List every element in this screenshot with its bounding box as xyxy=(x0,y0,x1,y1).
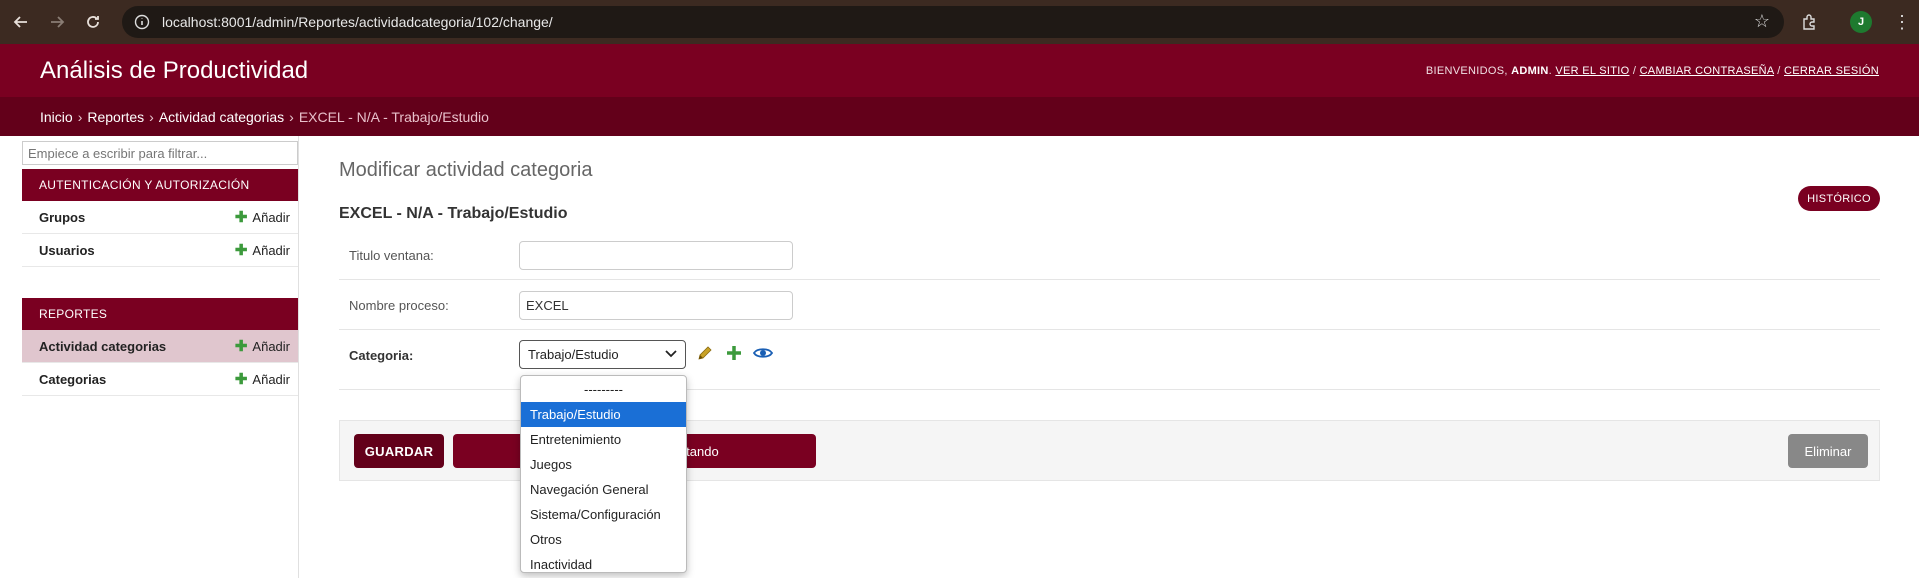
site-info-icon[interactable] xyxy=(132,12,152,32)
sidebar-item-categorias[interactable]: Categorias ✚ Añadir xyxy=(22,363,298,396)
delete-button[interactable]: Eliminar xyxy=(1788,434,1868,468)
save-button[interactable]: GUARDAR xyxy=(354,434,444,468)
add-label[interactable]: Añadir xyxy=(252,243,290,258)
forward-arrow-icon[interactable] xyxy=(42,7,72,37)
sidebar-item-grupos[interactable]: Grupos ✚ Añadir xyxy=(22,201,298,234)
breadcrumb: Inicio › Reportes › Actividad categorias… xyxy=(0,97,1919,136)
site-title[interactable]: Análisis de Productividad xyxy=(40,57,308,85)
dropdown-option-sistema-configuracion[interactable]: Sistema/Configuración xyxy=(521,502,686,527)
module-caption-reportes[interactable]: Reportes xyxy=(22,298,298,330)
breadcrumb-current: EXCEL - N/A - Trabajo/Estudio xyxy=(298,108,489,125)
nombre-proceso-input[interactable]: EXCEL xyxy=(519,291,793,320)
categoria-select[interactable]: Trabajo/Estudio xyxy=(519,340,686,369)
dropdown-option-navegacion-general[interactable]: Navegación General xyxy=(521,477,686,502)
site-header: Análisis de Productividad BIENVENIDOS, A… xyxy=(0,44,1919,97)
titulo-ventana-input[interactable] xyxy=(519,241,793,270)
proceso-label: Nombre proceso: xyxy=(349,298,449,313)
breadcrumb-separator: › xyxy=(289,108,294,125)
dropdown-option-juegos[interactable]: Juegos xyxy=(521,452,686,477)
dropdown-option-inactividad[interactable]: Inactividad xyxy=(521,552,686,577)
breadcrumb-separator: › xyxy=(149,108,154,125)
sidebar-item-label[interactable]: Actividad categorias xyxy=(39,339,166,354)
welcome-text: BIENVENIDOS, xyxy=(1425,64,1508,77)
sidebar-item-label[interactable]: Grupos xyxy=(39,210,85,225)
extensions-icon[interactable] xyxy=(1798,10,1822,34)
browser-toolbar: localhost:8001/admin/Reportes/actividadc… xyxy=(0,0,1919,44)
separator: / xyxy=(1632,64,1637,77)
nav-sidebar: Autenticación y autorización Grupos ✚ Aña… xyxy=(0,136,299,578)
address-bar[interactable]: localhost:8001/admin/Reportes/actividadc… xyxy=(122,6,1784,38)
view-eye-icon[interactable] xyxy=(752,342,774,364)
username: ADMIN xyxy=(1511,64,1549,77)
sidebar-item-label[interactable]: Usuarios xyxy=(39,243,95,258)
bookmark-star-icon[interactable]: ☆ xyxy=(1754,11,1770,32)
breadcrumb-reportes[interactable]: Reportes xyxy=(87,109,144,125)
titulo-label: Titulo ventana: xyxy=(349,248,434,263)
categoria-label: Categoria: xyxy=(349,348,414,363)
reload-icon[interactable] xyxy=(78,7,108,37)
breadcrumb-separator: › xyxy=(77,108,83,125)
history-button[interactable]: HISTÓRICO xyxy=(1798,186,1880,211)
add-usuarios-link[interactable]: ✚ Añadir xyxy=(235,241,290,259)
sidebar-item-actividad-categorias[interactable]: Actividad categorias ✚ Añadir xyxy=(22,330,298,363)
plus-icon: ✚ xyxy=(234,338,248,355)
add-actividad-categorias-link[interactable]: ✚ Añadir xyxy=(235,337,290,355)
browser-menu-icon[interactable]: ⋮ xyxy=(1892,10,1912,34)
form-row-proceso: Nombre proceso: EXCEL xyxy=(339,280,1880,330)
dropdown-option-otros[interactable]: Otros xyxy=(521,527,686,552)
sidebar-item-usuarios[interactable]: Usuarios ✚ Añadir xyxy=(22,234,298,267)
plus-icon: ✚ xyxy=(234,209,248,226)
sidebar-item-label[interactable]: Categorias xyxy=(39,372,106,387)
view-site-link[interactable]: VER EL SITIO xyxy=(1555,65,1629,77)
add-categorias-link[interactable]: ✚ Añadir xyxy=(235,370,290,388)
plus-icon: ✚ xyxy=(234,242,248,259)
add-label[interactable]: Añadir xyxy=(252,339,290,354)
edit-pencil-icon[interactable] xyxy=(694,342,716,364)
dropdown-option-empty[interactable]: --------- xyxy=(521,377,686,402)
object-title: EXCEL - N/A - Trabajo/Estudio xyxy=(339,205,568,222)
categoria-selected-value: Trabajo/Estudio xyxy=(528,347,619,362)
form-row-titulo: Titulo ventana: xyxy=(339,230,1880,280)
module-caption-auth[interactable]: Autenticación y autorización xyxy=(22,169,298,201)
separator: / xyxy=(1777,64,1781,77)
plus-icon: ✚ xyxy=(234,371,248,388)
dropdown-option-trabajo-estudio[interactable]: Trabajo/Estudio xyxy=(521,402,686,427)
categoria-dropdown-list: --------- Trabajo/Estudio Entretenimient… xyxy=(520,375,687,573)
add-related-icon[interactable] xyxy=(723,342,745,364)
sidebar-filter-input[interactable] xyxy=(22,141,298,165)
logout-link[interactable]: CERRAR SESIÓN xyxy=(1784,65,1879,77)
add-label[interactable]: Añadir xyxy=(252,372,290,387)
back-arrow-icon[interactable] xyxy=(6,7,36,37)
dropdown-option-entretenimiento[interactable]: Entretenimiento xyxy=(521,427,686,452)
add-grupos-link[interactable]: ✚ Añadir xyxy=(235,208,290,226)
profile-avatar[interactable]: J xyxy=(1850,11,1872,33)
user-tools: BIENVENIDOS, ADMIN. VER EL SITIO / CAMBI… xyxy=(1425,64,1879,77)
breadcrumb-home[interactable]: Inicio xyxy=(40,109,73,125)
url-text: localhost:8001/admin/Reportes/actividadc… xyxy=(162,14,553,30)
change-password-link[interactable]: CAMBIAR CONTRASEÑA xyxy=(1640,65,1774,77)
add-label[interactable]: Añadir xyxy=(252,210,290,225)
breadcrumb-actividad-categorias[interactable]: Actividad categorias xyxy=(159,109,284,125)
page-title: Modificar actividad categoria xyxy=(339,159,593,181)
chevron-down-icon xyxy=(665,349,677,361)
